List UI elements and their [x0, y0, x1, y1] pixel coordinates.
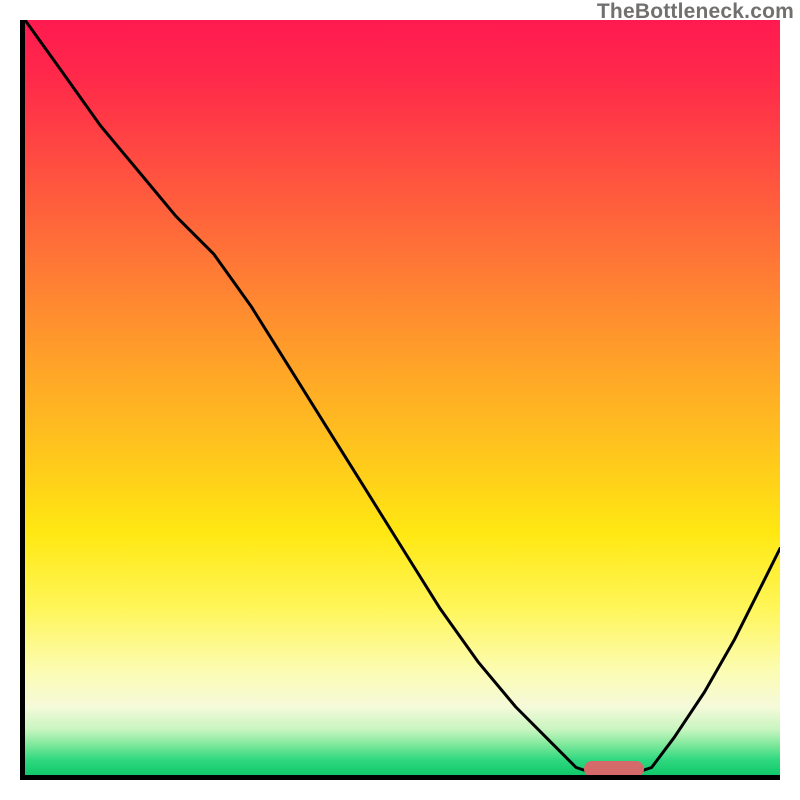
bottleneck-curve — [25, 20, 780, 775]
curve-layer — [25, 20, 780, 775]
bottleneck-chart: TheBottleneck.com — [0, 0, 800, 800]
optimal-marker — [584, 761, 644, 777]
plot-area — [20, 20, 780, 780]
